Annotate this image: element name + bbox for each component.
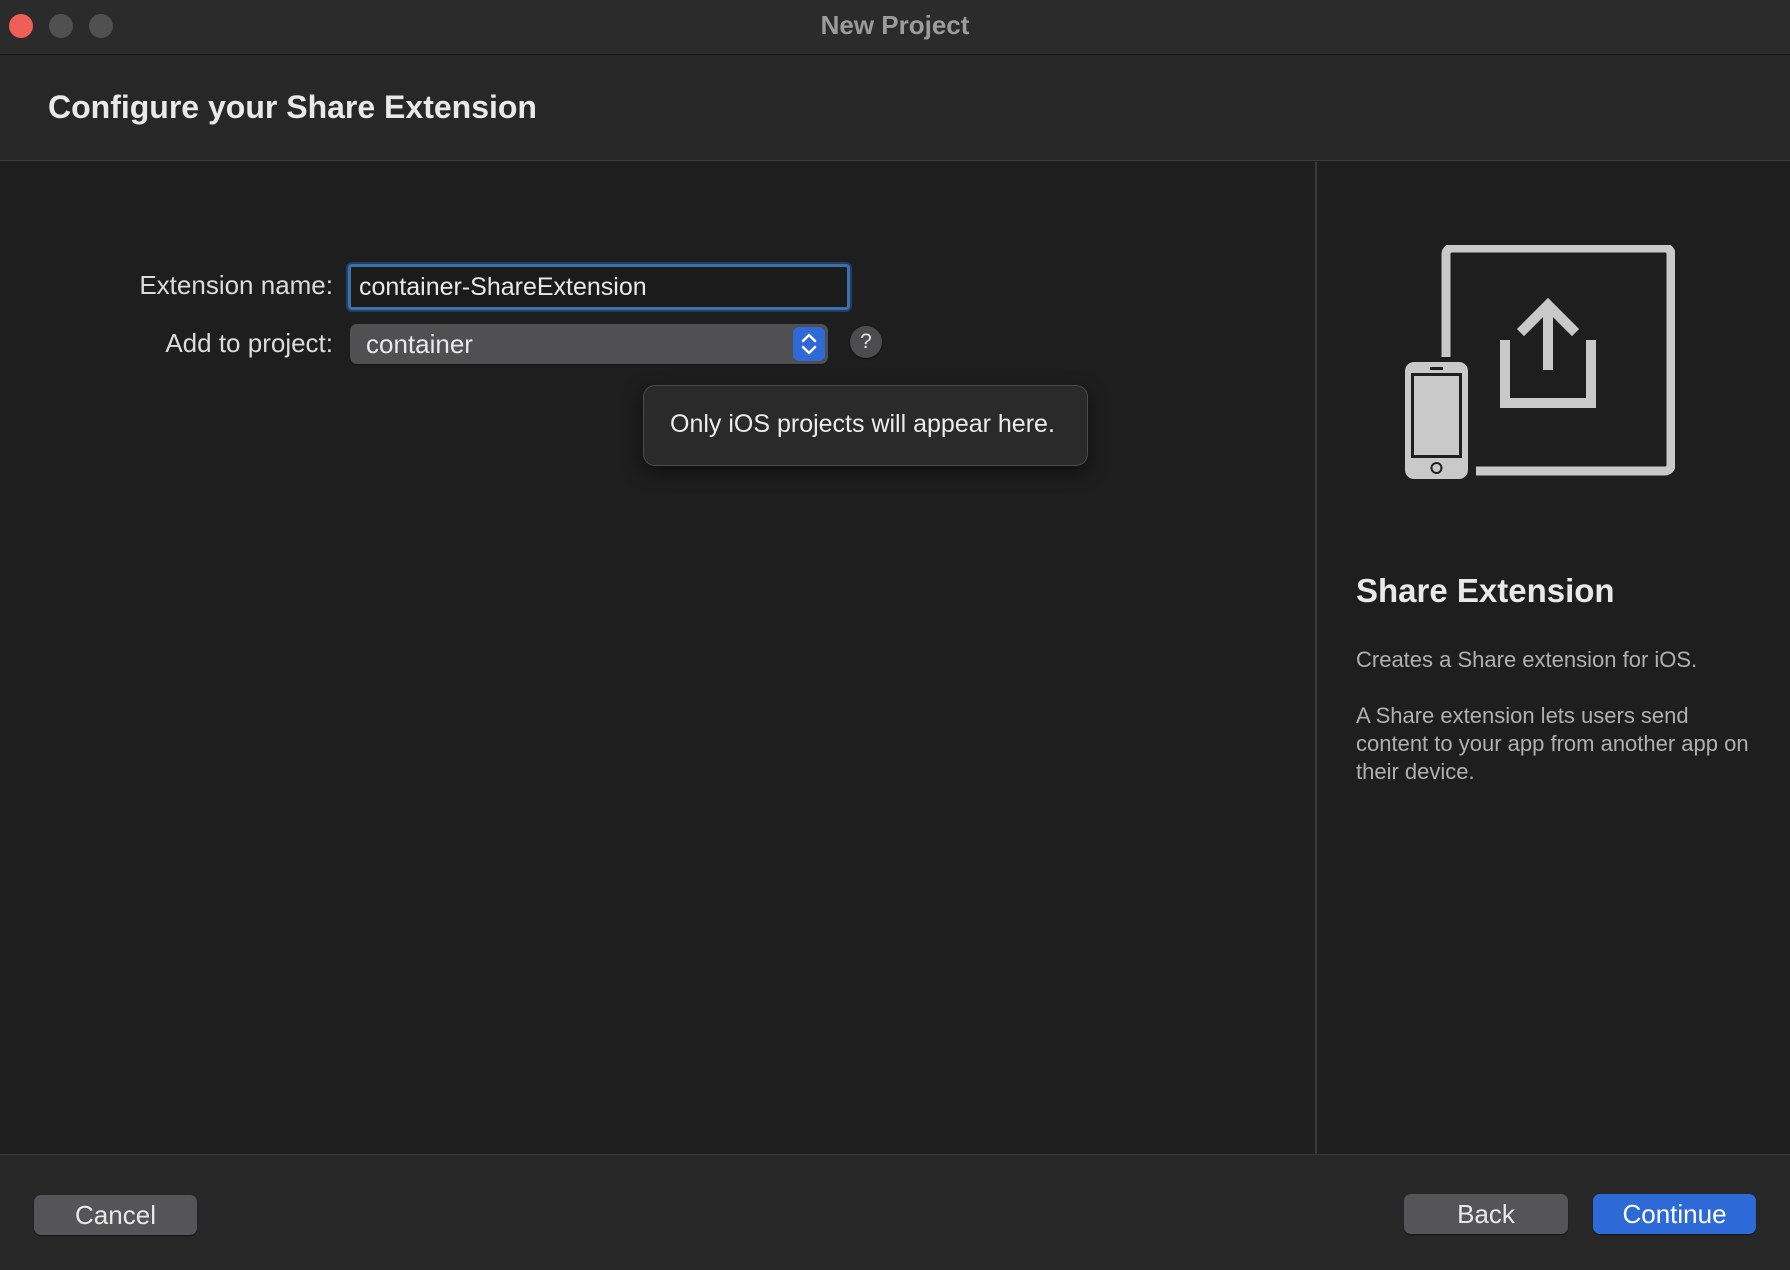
template-description: A Share extension lets users send conten… — [1356, 703, 1749, 784]
add-to-project-selected-value: container — [366, 329, 473, 359]
template-title: Share Extension — [1356, 572, 1615, 609]
template-summary: Creates a Share extension for iOS. — [1356, 647, 1698, 672]
new-project-window: New Project Configure your Share Extensi… — [0, 0, 1790, 1270]
add-to-project-select[interactable]: container — [350, 324, 828, 364]
extension-name-field[interactable] — [348, 264, 850, 310]
cancel-button[interactable]: Cancel — [34, 1195, 197, 1235]
title-bar: New Project — [0, 0, 1790, 55]
add-to-project-label: Add to project: — [165, 328, 333, 358]
help-popover: Only iOS projects will appear here. — [643, 385, 1088, 466]
extension-name-label: Extension name: — [139, 270, 333, 300]
page-header: Configure your Share Extension — [0, 55, 1790, 161]
page-title: Configure your Share Extension — [48, 89, 537, 125]
help-button[interactable]: ? — [850, 326, 882, 358]
continue-button[interactable]: Continue — [1593, 1194, 1756, 1234]
chevron-up-down-icon — [793, 327, 825, 361]
configuration-form-area — [0, 162, 1314, 1154]
help-popover-text: Only iOS projects will appear here. — [670, 410, 1055, 438]
back-button[interactable]: Back — [1404, 1194, 1568, 1234]
share-extension-device-icon — [1400, 245, 1675, 485]
window-title: New Project — [820, 10, 970, 40]
